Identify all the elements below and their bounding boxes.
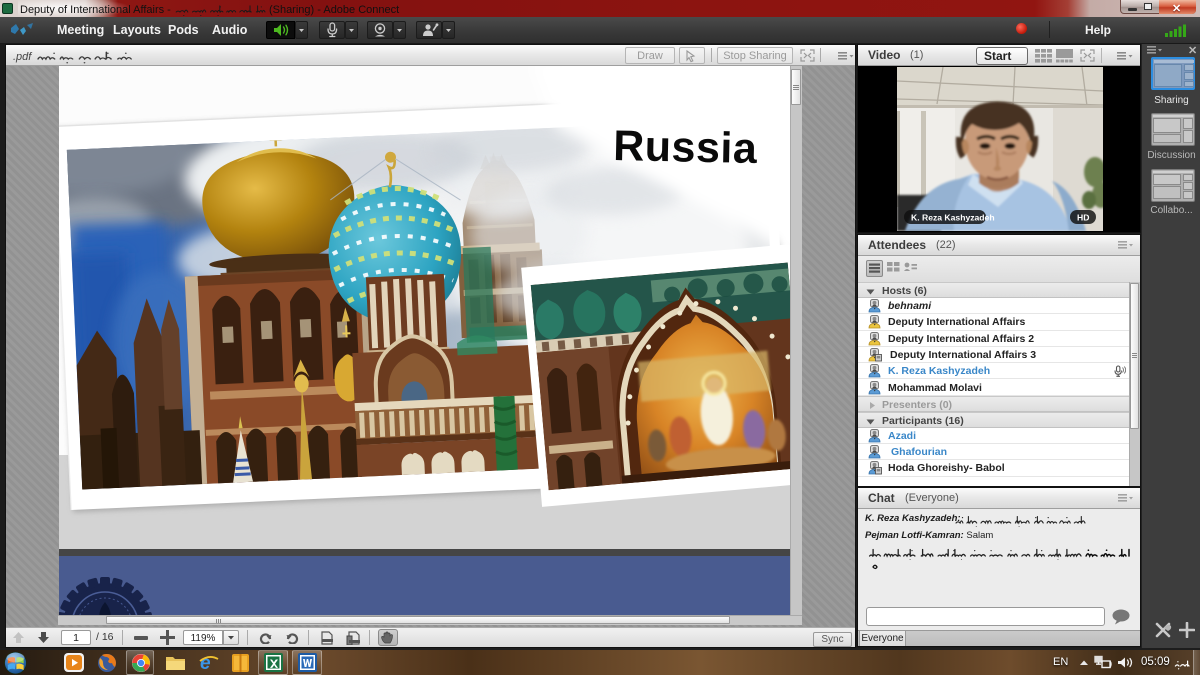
svg-text:HD: HD xyxy=(1077,213,1089,223)
svg-text:Russia: Russia xyxy=(613,122,759,173)
svg-text:e: e xyxy=(200,653,211,673)
svg-text:K. Reza Kashyzadeh: K. Reza Kashyzadeh xyxy=(911,213,995,223)
svg-text:.pdf: .pdf xyxy=(13,51,32,63)
